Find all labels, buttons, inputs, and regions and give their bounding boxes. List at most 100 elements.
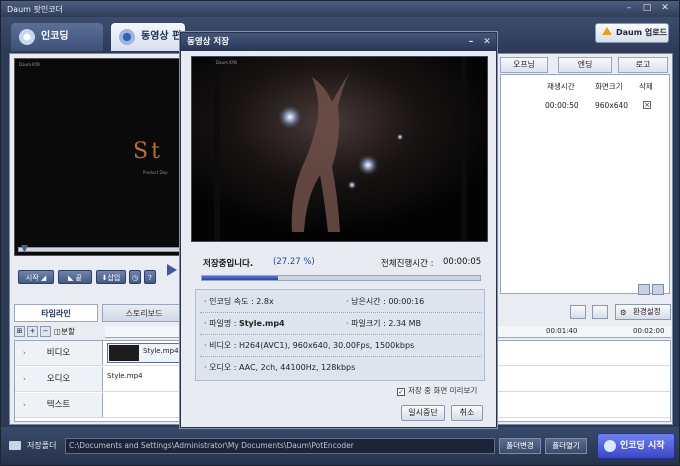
- insert-button[interactable]: ⬇삽입: [96, 270, 126, 284]
- tab-ending-label: 엔딩: [577, 60, 593, 69]
- folder-icon[interactable]: [570, 305, 586, 319]
- delete-icon[interactable]: ×: [643, 101, 651, 109]
- preview-while-saving-checkbox[interactable]: ✓ 저장 중 화면 미리보기: [397, 385, 477, 396]
- minimize-icon[interactable]: –: [623, 3, 635, 14]
- audio-clip[interactable]: Style.mp4: [107, 372, 143, 380]
- expand-arrow-icon[interactable]: ›: [23, 393, 26, 417]
- pause-button[interactable]: 일시중단: [401, 405, 445, 421]
- tab-timeline-label: 타임라인: [41, 309, 71, 318]
- open-folder-button[interactable]: 폴더열기: [545, 438, 587, 454]
- preview-screen: Daum KYB St Product Dep: [14, 58, 184, 256]
- info-audio: · 오디오 : AAC, 2ch, 44100Hz, 128kbps: [204, 363, 356, 372]
- item-size: 960x640: [595, 101, 629, 110]
- clip-name: Style.mp4: [143, 347, 179, 355]
- track-label: › 텍스트: [15, 393, 103, 417]
- preview-watermark: Daum KYB: [19, 62, 40, 67]
- tab-ending[interactable]: 엔딩: [558, 57, 612, 73]
- daum-upload-label: Daum 업로드: [616, 28, 667, 37]
- maximize-icon[interactable]: □: [641, 3, 653, 14]
- dialog-title: 동영상 저장: [187, 37, 230, 47]
- track-label: › 오디오: [15, 367, 103, 391]
- start-marker-button[interactable]: 시작 ◢: [18, 270, 54, 284]
- insert-label: 삽입: [107, 274, 121, 282]
- tab-storyboard-label: 스토리보드: [125, 309, 163, 318]
- header-delete: 삭제: [639, 82, 653, 91]
- encode-icon: [604, 440, 616, 452]
- save-path-field[interactable]: C:\Documents and Settings\Administrator\…: [65, 438, 495, 454]
- info-audio-text: 오디오 : AAC, 2ch, 44100Hz, 128kbps: [209, 363, 356, 372]
- list-view-icon[interactable]: [652, 284, 664, 295]
- track-text-label: 텍스트: [46, 400, 71, 410]
- settings-button[interactable]: ⚙ 환경설정: [615, 304, 671, 320]
- split-label: 분할: [61, 327, 75, 336]
- expand-arrow-icon[interactable]: ›: [23, 367, 26, 391]
- total-time-label: 전체진행시간 :: [381, 259, 434, 269]
- split-button[interactable]: ◫분할: [54, 326, 94, 337]
- start-encoding-button[interactable]: 인코딩 시작: [597, 433, 675, 459]
- folder-icon: [9, 441, 21, 450]
- help-label: ?: [148, 274, 152, 282]
- file-list-header: 재생시간 화면크기 삭제: [501, 81, 669, 93]
- preview-subtitle-text: Product Dep: [143, 170, 168, 175]
- change-folder-button[interactable]: 폴더변경: [499, 438, 541, 454]
- tab-video-edit-label: 동영상 편: [141, 31, 182, 42]
- zoom-out-icon[interactable]: −: [40, 326, 51, 337]
- tab-opening-label: 오프닝: [512, 60, 536, 69]
- open-folder-label: 폴더열기: [552, 441, 580, 450]
- info-video-text: 비디오 : H264(AVC1), 960x640, 30.00Fps, 150…: [209, 341, 415, 350]
- info-speed-text: 인코딩 속도 : 2.8x: [209, 297, 274, 306]
- checkbox-check-icon[interactable]: ✓: [397, 388, 405, 396]
- seek-handle[interactable]: [21, 245, 28, 253]
- cancel-button[interactable]: 취소: [451, 405, 483, 421]
- expand-icon[interactable]: ⊞: [14, 326, 25, 337]
- expand-arrow-icon[interactable]: ›: [23, 341, 26, 365]
- play-icon[interactable]: [167, 264, 177, 276]
- title-bar: Daum 팟인코더 – □ ✕: [1, 1, 679, 17]
- daum-upload-button[interactable]: Daum 업로드: [595, 23, 669, 43]
- tab-storyboard[interactable]: 스토리보드: [102, 304, 186, 322]
- encoding-progress-bar: [201, 275, 481, 281]
- app-window: Daum 팟인코더 – □ ✕ 인코딩 동영상 편 Daum 업로드 Daum …: [0, 0, 680, 466]
- tab-timeline[interactable]: 타임라인: [14, 304, 98, 322]
- info-filesize: · 파일크기 : 2.34 MB: [346, 319, 422, 328]
- progress-fill: [202, 276, 278, 280]
- tab-logo[interactable]: 로고: [618, 57, 668, 73]
- window-title: Daum 팟인코더: [7, 5, 63, 14]
- encoding-preview: Daum KYB: [191, 56, 488, 242]
- video-clip[interactable]: Style.mp4: [107, 343, 187, 363]
- save-icon[interactable]: [592, 305, 608, 319]
- divider: [200, 356, 482, 357]
- close-icon[interactable]: ✕: [659, 3, 671, 14]
- track-video-label: 비디오: [46, 348, 71, 358]
- file-list: 재생시간 화면크기 삭제 00:00:50 960x640 ×: [500, 74, 670, 294]
- info-remaining-text: 남은시간 : 00:00:16: [351, 297, 425, 306]
- change-folder-label: 폴더변경: [506, 441, 534, 450]
- tab-video-edit[interactable]: 동영상 편: [111, 23, 185, 51]
- preview-watermark: Daum KYB: [216, 60, 237, 65]
- tab-logo-label: 로고: [635, 60, 651, 69]
- minimize-icon[interactable]: –: [465, 36, 477, 48]
- track-audio-label: 오디오: [46, 374, 71, 384]
- tab-encoding[interactable]: 인코딩: [11, 23, 103, 51]
- zoom-in-icon[interactable]: +: [27, 326, 38, 337]
- grid-view-icon[interactable]: [638, 284, 650, 295]
- start-encoding-label: 인코딩 시작: [620, 441, 665, 451]
- preview-frame-image: [192, 57, 487, 241]
- help-button[interactable]: ?: [144, 270, 156, 284]
- close-icon[interactable]: ✕: [481, 36, 493, 48]
- end-marker-button[interactable]: ◣ 끝: [58, 270, 92, 284]
- tab-opening[interactable]: 오프닝: [500, 57, 548, 73]
- preview-checkbox-label: 저장 중 화면 미리보기: [408, 386, 478, 395]
- cancel-label: 취소: [459, 408, 475, 417]
- encoding-status: 저장중입니다. (27.27 %) 전체진행시간 : 00:00:05: [191, 257, 488, 269]
- seek-bar[interactable]: [18, 245, 188, 253]
- ruler-tick: 00:01:40: [546, 327, 578, 335]
- save-folder-label: 저장폴더: [27, 441, 57, 450]
- info-speed: · 인코딩 속도 : 2.8x: [204, 297, 274, 306]
- start-marker-label: 시작: [25, 274, 39, 282]
- total-time: 00:00:05: [443, 257, 482, 267]
- encoding-info-panel: · 인코딩 속도 : 2.8x · 남은시간 : 00:00:16 · 파일명 …: [195, 289, 485, 381]
- list-item[interactable]: 00:00:50 960x640 ×: [501, 101, 669, 113]
- header-size: 화면크기: [595, 82, 623, 91]
- clock-icon[interactable]: ◷: [129, 270, 141, 284]
